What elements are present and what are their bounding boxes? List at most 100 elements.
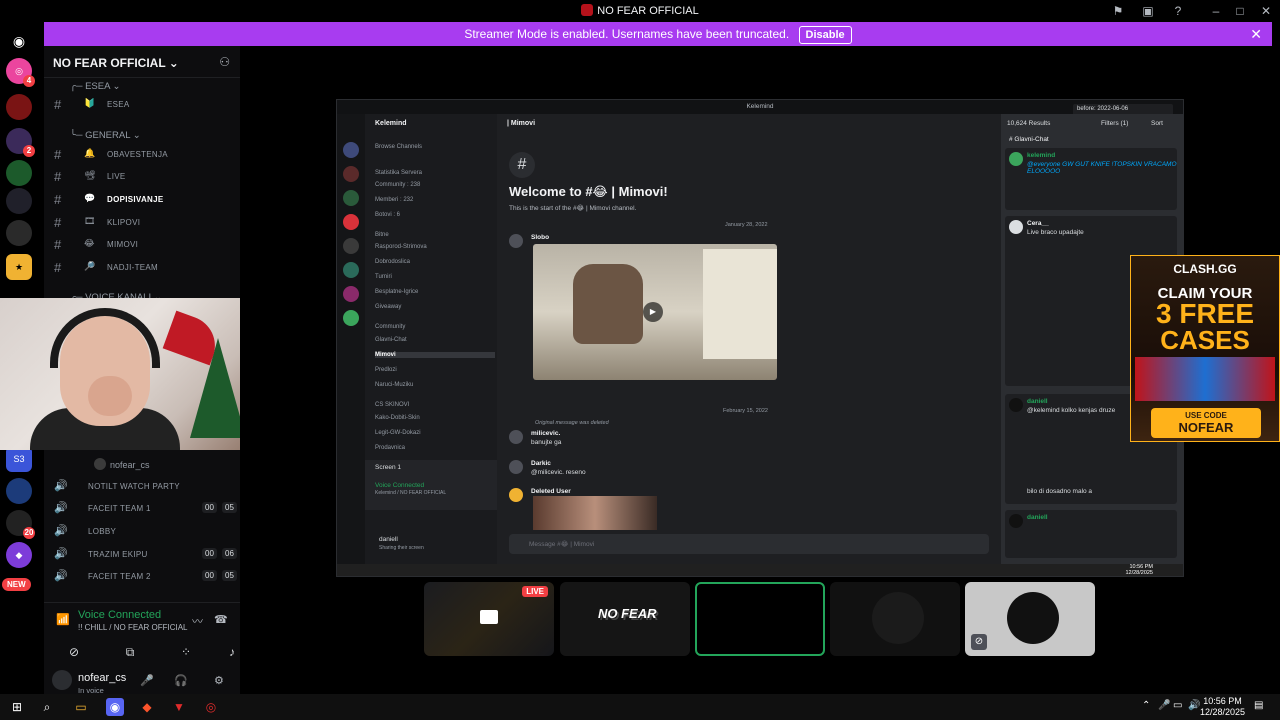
channel-esea[interactable]: # 🔰 ESEA xyxy=(52,94,236,114)
brave-icon[interactable]: ◆ xyxy=(138,698,156,716)
category-label: GENERAL xyxy=(85,130,131,141)
server-icon[interactable] xyxy=(6,160,32,186)
stream-channel-item: Botovi : 6 xyxy=(375,212,401,218)
discord-taskbar-icon[interactable]: ◉ xyxy=(106,698,124,716)
server-icon[interactable] xyxy=(6,188,32,214)
headphones-icon[interactable]: 🎧 xyxy=(174,674,188,687)
user-avatar[interactable] xyxy=(52,670,72,690)
channel-nadji-team[interactable]: # 🔎 NADJI-TEAM xyxy=(52,257,236,277)
server-icon[interactable]: 2 xyxy=(6,128,35,157)
result-channel-name: Glavni-Chat xyxy=(1014,136,1049,143)
voice-channel[interactable]: 🔊 FACEIT TEAM 1 00 05 xyxy=(52,498,237,518)
participant-tile-muted[interactable]: ⊘ xyxy=(965,582,1095,656)
user-name[interactable]: nofear_cs xyxy=(78,672,126,684)
disable-streamer-mode-button[interactable]: Disable xyxy=(798,26,852,44)
stream-screen-label: Screen 1 xyxy=(375,464,402,471)
server-icon[interactable] xyxy=(6,94,32,120)
share-screen-icon[interactable]: ⧉ xyxy=(110,641,150,663)
voice-channel[interactable]: 🔊 NOTILT WATCH PARTY xyxy=(52,476,236,496)
soundboard-icon[interactable]: ♪ xyxy=(222,641,242,663)
voice-connected-status[interactable]: Voice Connected xyxy=(78,609,161,621)
participant-tile-nofear[interactable]: NO FEAR xyxy=(560,582,690,656)
server-icon[interactable] xyxy=(6,478,32,504)
activities-icon[interactable]: ⁘ xyxy=(166,641,206,663)
channel-label: MIMOVI xyxy=(107,240,139,249)
screen-share-icon xyxy=(480,610,498,624)
channel-emoji: 📽 xyxy=(84,170,96,180)
server-icon xyxy=(343,142,359,158)
participant-tile-selected[interactable] xyxy=(695,582,825,656)
stream-server-name: Kelemind xyxy=(375,120,407,127)
voice-member[interactable]: nofear_cs xyxy=(94,458,150,470)
search-icon[interactable]: ⌕ xyxy=(38,698,56,716)
server-icon[interactable] xyxy=(6,220,32,246)
participant-tile-stream[interactable]: LIVE xyxy=(424,582,554,656)
tray-mic-icon[interactable]: 🎤 xyxy=(1158,700,1170,711)
channel-emoji: 🔎 xyxy=(84,261,96,271)
stream-welcome-subtitle: This is the start of the #😂 | Mimovi cha… xyxy=(509,205,637,212)
server-header[interactable]: NO FEAR OFFICIAL ⌄ ⚇ xyxy=(44,46,240,78)
server-icon[interactable]: ◎ 4 xyxy=(6,58,35,87)
vpn-shield-icon[interactable]: ▼ xyxy=(170,698,188,716)
voice-channel[interactable]: 🔊 FACEIT TEAM 2 00 05 xyxy=(52,566,237,586)
microphone-icon[interactable]: 🎤 xyxy=(140,674,154,687)
speaker-icon: 🔊 xyxy=(54,480,68,492)
channel-live[interactable]: # 📽 LIVE xyxy=(52,166,236,186)
app-icon[interactable]: ◎ xyxy=(202,698,220,716)
add-member-icon[interactable]: ⚇ xyxy=(219,55,230,69)
new-badge: NEW xyxy=(2,578,31,591)
server-icon xyxy=(343,190,359,206)
result-author: daniell xyxy=(1027,398,1048,405)
stream-channel-item: Bitne xyxy=(375,232,389,238)
voice-channel[interactable]: 🔊 TRAZIM EKIPU 00 06 xyxy=(52,544,237,564)
stream-result-channel: # Glavni-Chat xyxy=(1009,136,1049,143)
tray-chevron-icon[interactable]: ⌃ xyxy=(1142,700,1150,711)
close-window-button[interactable]: ✕ xyxy=(1258,3,1274,19)
stream-filters: Filters (1) xyxy=(1101,120,1129,127)
minimize-button[interactable]: – xyxy=(1208,3,1224,19)
server-icon xyxy=(343,310,359,326)
inbox-icon[interactable]: ⚑ xyxy=(1110,3,1126,19)
webcam-overlay xyxy=(0,298,268,450)
user-limit: 05 xyxy=(222,570,237,581)
tray-volume-icon[interactable]: 🔊 xyxy=(1188,700,1200,711)
user-limit: 05 xyxy=(222,502,237,513)
participant-tile-avatar[interactable] xyxy=(830,582,960,656)
voice-channel[interactable]: 🔊 LOBBY xyxy=(52,521,236,541)
category-general[interactable]: ╰─ GENERAL ⌄+ xyxy=(70,128,257,142)
stream-taskbar: 10:56 PM 12/28/2025 xyxy=(337,564,1183,576)
server-icon[interactable]: ◆ xyxy=(6,542,32,568)
maximize-button[interactable]: □ xyxy=(1232,3,1248,19)
file-explorer-icon[interactable]: ▭ xyxy=(72,698,90,716)
category-esea[interactable]: ╭─ ESEA ⌄+ xyxy=(70,79,257,93)
noise-suppression-icon[interactable]: 〰 xyxy=(192,613,203,629)
screen-icon[interactable]: ▣ xyxy=(1140,3,1156,19)
stream-channel-item: Rasporod-Strimova xyxy=(375,244,427,250)
channel-dopisivanje[interactable]: # 💬 DOPISIVANJE xyxy=(52,189,236,209)
disconnect-icon[interactable]: ☎ xyxy=(214,613,228,626)
user-count: 00 xyxy=(202,502,217,513)
banner-close-icon[interactable]: ✕ xyxy=(1250,22,1262,46)
settings-gear-icon[interactable]: ⚙ xyxy=(214,674,224,687)
taskbar-clock[interactable]: 10:56 PM 12/28/2025 xyxy=(1200,696,1245,718)
screen-share-view[interactable]: Kelemind before: 2022-06-06 Kelemind Bro… xyxy=(336,99,1184,577)
windows-start-icon[interactable]: ⊞ xyxy=(8,698,26,716)
stream-channel-item: Dobrodoslica xyxy=(375,259,411,265)
channel-obavestenja[interactable]: # 🔔 OBAVESTENJA xyxy=(52,144,236,164)
server-icon[interactable]: 20 xyxy=(6,510,35,539)
help-icon[interactable]: ? xyxy=(1170,3,1186,19)
channel-mimovi[interactable]: # 😂 MIMOVI xyxy=(52,234,236,254)
camera-off-icon[interactable]: ⊘ xyxy=(54,641,94,663)
notification-icon[interactable]: ▤ xyxy=(1254,700,1263,711)
channel-emoji: 😂 xyxy=(84,238,95,248)
server-icon xyxy=(343,238,359,254)
hash-icon: # xyxy=(54,237,62,252)
star-server-icon[interactable]: ★ xyxy=(6,254,32,280)
signal-icon[interactable]: 📶 xyxy=(56,613,70,626)
tray-display-icon[interactable]: ▭ xyxy=(1173,700,1182,711)
stream-server-rail xyxy=(337,114,365,564)
discord-home-icon[interactable]: ◉ xyxy=(6,28,32,54)
ad-code-label: USE CODE xyxy=(1185,411,1227,420)
voice-channel-label: FACEIT TEAM 1 xyxy=(88,504,151,513)
channel-klipovi[interactable]: # 🎞 KLIPOVI xyxy=(52,212,236,232)
